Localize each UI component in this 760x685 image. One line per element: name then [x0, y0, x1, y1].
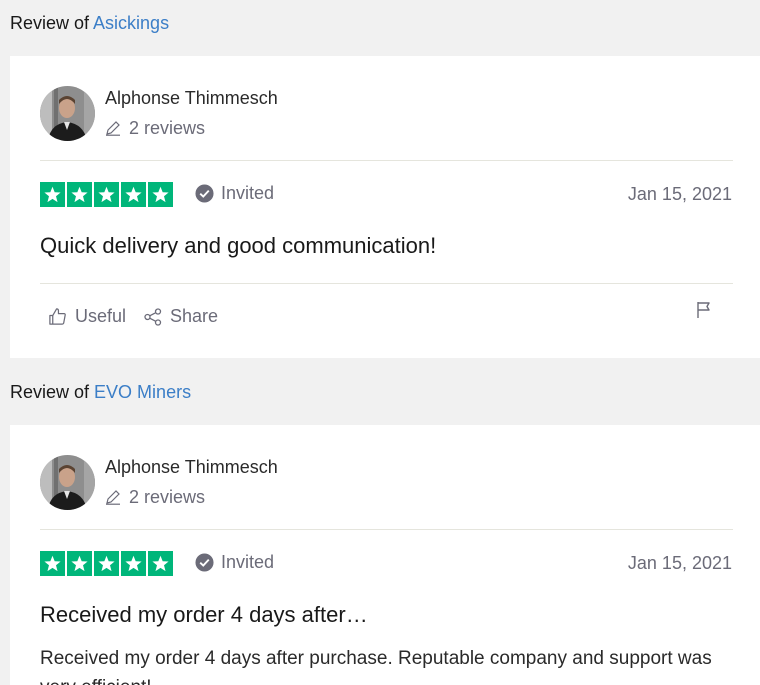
invited-label: Invited [221, 552, 275, 572]
review-title[interactable]: Quick delivery and good communication! [40, 233, 436, 259]
star-icon [67, 182, 92, 207]
divider [40, 283, 733, 284]
consumer-name[interactable]: Alphonse Thimmesch [105, 87, 278, 109]
pencil-icon [106, 490, 120, 505]
avatar[interactable] [40, 86, 95, 141]
star-icon [94, 182, 119, 207]
consumer-info: Alphonse Thimmesch 2 reviews [40, 86, 278, 141]
useful-button[interactable]: Useful [48, 306, 126, 327]
flag-button[interactable] [696, 301, 712, 324]
flag-icon [697, 302, 710, 318]
review-heading: Review of EVO Miners [10, 381, 191, 403]
consumer-review-count: 2 reviews [105, 486, 278, 508]
star-icon [40, 551, 65, 576]
divider [40, 529, 733, 530]
invited-check-icon [195, 553, 214, 572]
useful-label: Useful [75, 306, 127, 326]
review-heading-prefix: Review of [10, 13, 90, 33]
review-date: Jan 15, 2021 [627, 553, 732, 573]
star-icon [148, 182, 173, 207]
review-heading: Review of Asickings [10, 12, 169, 34]
invited-label: Invited [221, 183, 275, 203]
star-icon [67, 551, 92, 576]
avatar-image [40, 455, 95, 510]
star-icon [148, 551, 173, 576]
share-label: Share [170, 306, 219, 326]
review-title[interactable]: Received my order 4 days after… [40, 602, 368, 628]
star-icon [121, 182, 146, 207]
star-icon [40, 182, 65, 207]
star-icon [94, 551, 119, 576]
share-icon [144, 307, 162, 326]
invited-check-icon [195, 184, 214, 203]
review-count-text: 2 reviews [129, 487, 206, 507]
consumer-review-count: 2 reviews [105, 117, 278, 139]
invited-badge: Invited [195, 183, 274, 204]
review-card: Alphonse Thimmesch 2 reviews Invited Jan… [10, 56, 760, 358]
review-count-text: 2 reviews [129, 118, 206, 138]
thumbs-up-icon [49, 308, 66, 325]
company-link[interactable]: Asickings [93, 13, 169, 33]
company-link[interactable]: EVO Miners [94, 382, 191, 402]
avatar-image [40, 86, 95, 141]
review-date: Jan 15, 2021 [627, 184, 732, 204]
review-actions: Useful Share [48, 306, 236, 327]
review-card: Alphonse Thimmesch 2 reviews Invited Jan… [10, 425, 760, 685]
review-heading-prefix: Review of [10, 382, 90, 402]
star-icon [121, 551, 146, 576]
divider [40, 160, 733, 161]
star-rating [40, 551, 173, 576]
pencil-icon [106, 121, 120, 136]
avatar[interactable] [40, 455, 95, 510]
star-rating [40, 182, 173, 207]
share-button[interactable]: Share [144, 306, 218, 327]
reviews-page: Review of Asickings Alphonse Thimmesch 2… [0, 0, 760, 685]
review-text: Received my order 4 days after purchase.… [40, 648, 712, 685]
invited-badge: Invited [195, 552, 274, 573]
consumer-name[interactable]: Alphonse Thimmesch [105, 456, 278, 478]
consumer-info: Alphonse Thimmesch 2 reviews [40, 455, 278, 510]
